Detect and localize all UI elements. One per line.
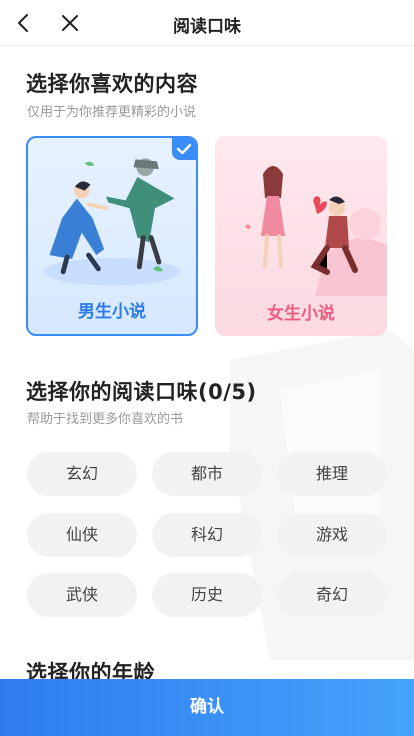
tag-chip[interactable]: 科幻 [152,513,262,557]
male-illustration [43,158,181,286]
tag-chip[interactable]: 仙侠 [27,513,137,557]
content-section-title: 选择你喜欢的内容 [26,72,198,96]
tag-chip[interactable]: 玄幻 [27,452,137,496]
male-novel-label: 男生小说 [78,302,146,322]
tag-chip[interactable]: 推理 [277,452,387,496]
page-title: 阅读口味 [173,17,241,37]
top-bar: 阅读口味 [0,0,414,46]
taste-section-subtitle: 帮助于找到更多你喜欢的书 [27,412,184,427]
content-section-subtitle: 仅用于为你推荐更精彩的小说 [27,105,197,120]
confirm-button[interactable]: 确认 [0,679,414,736]
tag-chip[interactable]: 奇幻 [277,573,387,617]
female-illustration [245,166,387,296]
taste-section-title: 选择你的阅读口味(0/5) [26,380,257,404]
selected-check-icon [172,138,196,160]
male-novel-card[interactable]: 男生小说 [26,136,198,336]
tag-chip[interactable]: 游戏 [277,513,387,557]
tag-chip[interactable]: 武侠 [27,573,137,617]
tag-chip[interactable]: 都市 [152,452,262,496]
female-novel-label: 女生小说 [267,304,335,324]
tag-chip[interactable]: 历史 [152,573,262,617]
female-novel-card[interactable]: 女生小说 [215,136,387,336]
